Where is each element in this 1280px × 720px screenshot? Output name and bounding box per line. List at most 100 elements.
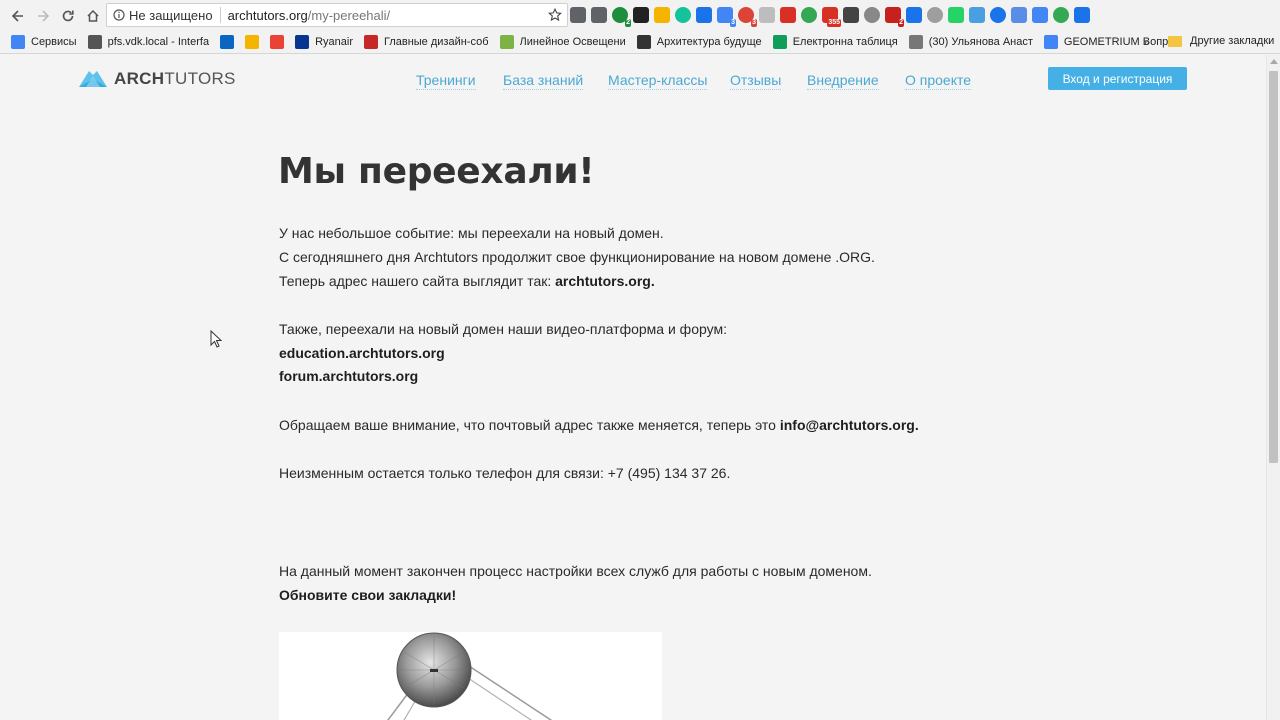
extension-icon-pin[interactable] xyxy=(780,7,796,23)
extension-icon-green[interactable]: 2 xyxy=(612,7,631,27)
bookmark-item[interactable]: Архитектура будуще xyxy=(636,35,762,49)
extension-icon-yellow[interactable] xyxy=(654,7,670,23)
new-domain-text: archtutors.org. xyxy=(555,273,655,289)
extension-icon-map[interactable] xyxy=(801,7,817,23)
page-viewport: ARCH TUTORS Тренинги База знаний Мастер-… xyxy=(0,55,1266,720)
reload-icon xyxy=(62,10,74,21)
page-title: Мы переехали! xyxy=(278,151,595,192)
extension-icon-dropbox[interactable] xyxy=(969,7,985,23)
extension-icon-clock[interactable] xyxy=(1053,7,1069,23)
bookmark-item[interactable] xyxy=(220,35,235,49)
security-label[interactable]: Не защищено xyxy=(129,8,213,23)
extension-icon-translate[interactable] xyxy=(1032,7,1048,23)
bookmark-label: Електронна таблиця xyxy=(792,36,898,48)
extension-icon-blue[interactable] xyxy=(906,7,922,23)
back-button[interactable] xyxy=(6,4,30,28)
update-bookmarks-text: Обновите свои закладки! xyxy=(279,585,456,605)
extension-icon-calendar[interactable] xyxy=(1011,7,1027,23)
education-domain-text: education.archtutors.org xyxy=(279,343,445,363)
address-bar[interactable]: Не защищено archtutors.org/my-pereehali/ xyxy=(106,3,568,27)
reload-button[interactable] xyxy=(56,4,80,28)
folder-icon xyxy=(1168,35,1182,47)
menu-item-reviews[interactable]: Отзывы xyxy=(730,72,782,90)
bookmark-favicon-icon xyxy=(295,35,310,49)
article-text: Теперь адрес нашего сайта выглядит так: xyxy=(279,273,556,289)
bookmark-item[interactable]: pfs.vdk.local - Interfa xyxy=(87,35,209,49)
bookmark-favicon-icon xyxy=(245,35,260,49)
bookmark-favicon-icon xyxy=(270,35,285,49)
extension-badge: 355 xyxy=(827,19,841,27)
mouse-cursor-icon xyxy=(210,330,222,348)
bookmark-label: GEOMETRIUM Вопро xyxy=(1063,36,1175,48)
forward-button[interactable] xyxy=(31,4,55,28)
sputnik-illustration xyxy=(387,632,553,720)
bookmark-item[interactable]: Електронна таблиця xyxy=(772,35,898,49)
login-register-button[interactable]: Вход и регистрация xyxy=(1048,67,1187,90)
arrow-left-icon xyxy=(11,9,23,22)
menu-item-knowledge-base[interactable]: База знаний xyxy=(503,72,584,90)
education-domain-bold: education.archtutors.org xyxy=(279,345,445,361)
scroll-thumb[interactable] xyxy=(1269,71,1278,463)
menu-item-implementation[interactable]: Внедрение xyxy=(807,72,879,90)
info-icon[interactable] xyxy=(113,9,125,21)
other-bookmarks-label: Другие закладки xyxy=(1190,35,1275,47)
extension-icon-gmail[interactable]: 355 xyxy=(822,7,841,27)
extension-icon-1[interactable] xyxy=(570,7,586,23)
bookmark-item[interactable]: GEOMETRIUM Вопро xyxy=(1043,35,1175,49)
menu-item-about[interactable]: О проекте xyxy=(905,72,972,90)
bookmark-star-icon[interactable] xyxy=(548,8,562,22)
bookmark-item[interactable]: Главные дизайн-соб xyxy=(363,35,489,49)
bookmark-favicon-icon xyxy=(499,35,514,49)
bookmark-item[interactable] xyxy=(270,35,285,49)
logo-text-bold: ARCH xyxy=(114,69,165,88)
update-bookmarks-bold: Обновите свои закладки! xyxy=(279,587,457,603)
vertical-scrollbar[interactable] xyxy=(1266,55,1280,720)
extension-icon-play[interactable] xyxy=(1074,7,1090,23)
microphone-icon[interactable] xyxy=(591,7,607,23)
menu-item-trainings[interactable]: Тренинги xyxy=(416,72,476,90)
extension-icon-yoast[interactable] xyxy=(696,7,712,23)
bookmark-label: Главные дизайн-соб xyxy=(383,36,489,48)
bookmark-favicon-icon xyxy=(772,35,787,49)
other-bookmarks-folder[interactable]: Другие закладки xyxy=(1168,35,1274,47)
bookmark-item[interactable]: Ryanair xyxy=(295,35,353,49)
url-text[interactable]: archtutors.org/my-pereehali/ xyxy=(228,8,391,23)
extension-icon-tabs[interactable]: 3 xyxy=(717,7,736,27)
home-button[interactable] xyxy=(81,4,105,28)
site-logo[interactable]: ARCH TUTORS xyxy=(77,67,236,91)
extension-icon-red[interactable]: 3 xyxy=(738,7,757,27)
extension-badge: 2 xyxy=(625,19,631,27)
extension-badge: 3 xyxy=(730,19,736,27)
menu-item-master-classes[interactable]: Мастер-классы xyxy=(608,72,708,90)
article-text-line: На данный момент закончен процесс настро… xyxy=(279,563,872,579)
extension-icon-grammarly[interactable] xyxy=(675,7,691,23)
scroll-up-arrow-icon[interactable] xyxy=(1270,59,1278,64)
extension-icon-whatsapp[interactable] xyxy=(948,7,964,23)
omnibox-divider xyxy=(219,7,221,23)
extension-icon-gray[interactable] xyxy=(927,7,943,23)
article-text-line: Также, переехали на новый домен наши вид… xyxy=(279,321,727,337)
extension-icon-pdf[interactable] xyxy=(759,7,775,23)
bookmark-item[interactable] xyxy=(245,35,260,49)
sputnik-image xyxy=(279,632,662,720)
extension-icon-qr[interactable] xyxy=(843,7,859,23)
extension-icon-drive[interactable] xyxy=(864,7,880,23)
bookmark-item[interactable]: Сервисы xyxy=(11,35,77,49)
bookmark-item[interactable]: Линейное Освещени xyxy=(499,35,626,49)
bookmark-label: Архитектура будуще xyxy=(656,36,762,48)
bookmark-item[interactable]: (30) Ульянова Анаст xyxy=(908,35,1033,49)
article-text-line: У нас небольшое событие: мы переехали на… xyxy=(279,225,664,241)
bookmark-favicon-icon xyxy=(87,35,102,49)
article-text-line: Обращаем ваше внимание, что почтовый адр… xyxy=(279,415,919,435)
bookmarks-overflow-button[interactable]: » xyxy=(1143,35,1150,49)
extension-icon-abp[interactable]: 2 xyxy=(885,7,904,27)
bookmark-label: Линейное Освещени xyxy=(519,36,626,48)
email-text: info@archtutors.org. xyxy=(779,417,919,433)
bookmark-favicon-icon xyxy=(220,35,235,49)
bookmark-label: Сервисы xyxy=(31,36,77,48)
extension-icon-lt[interactable] xyxy=(633,7,649,23)
bookmark-favicon-icon xyxy=(363,35,378,49)
bookmark-favicon-icon xyxy=(636,35,651,49)
archtutors-logo-icon xyxy=(79,71,107,87)
extension-icon-plus[interactable] xyxy=(990,7,1006,23)
